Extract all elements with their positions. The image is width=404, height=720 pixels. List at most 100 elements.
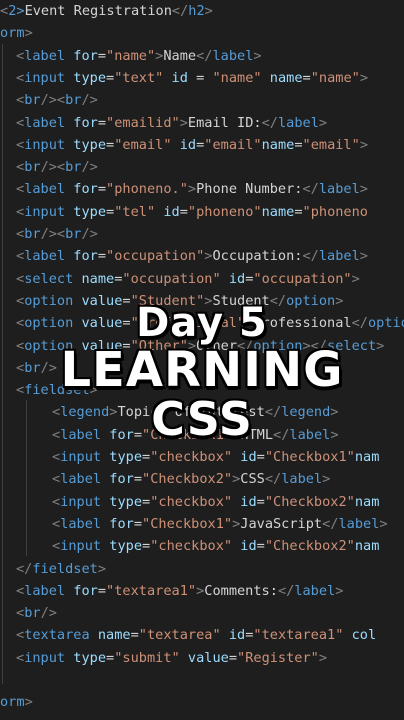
- code-token: =: [228, 649, 238, 666]
- code-token: for: [73, 47, 98, 64]
- code-line[interactable]: </fieldset>: [0, 558, 404, 580]
- code-line[interactable]: <br/><br/>: [0, 223, 404, 245]
- code-line[interactable]: <input type="checkbox" id="Checkbox2"nam: [0, 535, 404, 557]
- code-token: =: [97, 114, 107, 131]
- code-line[interactable]: <label for="emailid">Email ID:</label>: [0, 112, 404, 134]
- code-token: <: [52, 449, 61, 465]
- code-token: "Checkbox1": [142, 515, 233, 532]
- code-token: input: [60, 538, 102, 555]
- code-token: fieldset: [32, 560, 98, 577]
- code-token: br: [24, 159, 41, 176]
- code-token: =: [130, 627, 139, 644]
- code-token: label: [24, 114, 66, 131]
- code-token: orm: [0, 25, 25, 42]
- code-token: "phoneno: [302, 203, 368, 220]
- code-token: Email ID:: [187, 114, 262, 131]
- code-line[interactable]: <2>Event Registration</h2>: [0, 0, 404, 22]
- code-token: </: [171, 3, 189, 19]
- code-line[interactable]: <label for="textarea1">Comments:</label>: [0, 580, 404, 602]
- code-token: select: [24, 270, 74, 287]
- code-token: "textarea": [138, 627, 221, 644]
- code-line[interactable]: <label for="phoneno.">Phone Number:</lab…: [0, 178, 404, 200]
- code-token: <: [16, 627, 25, 644]
- code-token: id: [240, 449, 257, 465]
- code-token: <: [0, 3, 9, 19]
- code-line[interactable]: [0, 669, 404, 691]
- code-line[interactable]: <label for="Checkbox2">CSS</label>: [0, 468, 404, 490]
- code-token: Event Registration: [24, 3, 172, 19]
- code-token: >: [379, 515, 388, 532]
- code-line[interactable]: <br/><br/>: [0, 156, 404, 178]
- code-token: />: [40, 605, 57, 622]
- code-token: =: [97, 582, 107, 599]
- code-token: <: [16, 605, 25, 622]
- code-line[interactable]: <br/>: [0, 602, 404, 624]
- code-token: id: [228, 627, 246, 644]
- code-token: "occupation": [106, 248, 205, 265]
- code-token: "textarea1": [253, 627, 344, 644]
- code-token: label: [24, 582, 66, 599]
- code-line[interactable]: <input type="text" id = "name" name="nam…: [0, 67, 404, 89]
- code-token: "Checkbox2": [264, 538, 355, 555]
- code-token: id: [228, 270, 246, 287]
- code-token: >: [318, 649, 328, 666]
- code-token: label: [60, 515, 102, 532]
- code-token: "name": [212, 69, 262, 86]
- code-line[interactable]: <input type="email" id="email"name="emai…: [0, 134, 404, 156]
- code-token: <: [16, 159, 25, 176]
- code-token: "Checkbox1": [264, 449, 355, 465]
- code-token: =: [97, 248, 107, 265]
- code-line[interactable]: <input type="tel" id="phoneno"name="phon…: [0, 201, 404, 223]
- code-token: <: [16, 92, 25, 109]
- code-token: =: [142, 538, 151, 555]
- code-token: </: [302, 248, 319, 265]
- code-token: "text": [114, 69, 164, 86]
- code-token: =: [97, 47, 107, 64]
- code-token: orm: [0, 694, 25, 711]
- code-token: label: [277, 114, 319, 131]
- code-line[interactable]: <label for="name">Name</label>: [0, 45, 404, 67]
- code-line[interactable]: orm>: [0, 691, 404, 713]
- code-token: "phoneno": [187, 203, 262, 220]
- code-token: Phone Number:: [196, 181, 303, 198]
- code-token: "emailid": [106, 114, 180, 131]
- code-token: >: [359, 248, 368, 265]
- code-line[interactable]: <input type="submit" value="Register">: [0, 647, 404, 669]
- code-line[interactable]: <textarea name="textarea" id="textarea1"…: [0, 624, 404, 646]
- code-line[interactable]: <select name="occupation" id="occupation…: [0, 268, 404, 290]
- code-line[interactable]: <input type="checkbox" id="Checkbox2"nam: [0, 491, 404, 513]
- code-token: "occupation": [253, 270, 352, 287]
- code-token: "checkbox": [150, 493, 233, 510]
- code-token: "Checkbox2": [142, 471, 233, 488]
- code-token: br: [65, 92, 82, 109]
- code-token: label: [318, 181, 360, 198]
- code-token: type: [73, 203, 107, 220]
- code-line[interactable]: <br/><br/>: [0, 89, 404, 111]
- code-token: />: [81, 226, 98, 242]
- code-token: id: [240, 538, 257, 555]
- code-token: br: [65, 226, 82, 242]
- code-token: for: [73, 582, 98, 599]
- code-token: =: [179, 203, 188, 220]
- code-token: />: [81, 92, 98, 109]
- code-token: br: [65, 159, 82, 176]
- code-token: =: [97, 181, 107, 198]
- code-token: input: [60, 449, 102, 465]
- code-token: h2: [188, 3, 205, 19]
- code-line[interactable]: <input type="checkbox" id="Checkbox1"nam: [0, 446, 404, 468]
- code-token: for: [73, 114, 98, 131]
- code-token: nam: [354, 493, 380, 510]
- code-token: <: [16, 270, 25, 287]
- code-token: Comments:: [204, 582, 278, 599]
- code-line[interactable]: <label for="occupation">Occupation:</lab…: [0, 245, 404, 267]
- code-token: <: [16, 248, 25, 265]
- code-line[interactable]: <label for="Checkbox1">JavaScript</label…: [0, 513, 404, 535]
- code-token: "Checkbox2": [264, 493, 355, 510]
- code-token: type: [109, 538, 143, 555]
- code-token: >: [359, 69, 368, 86]
- code-token: br: [24, 92, 41, 109]
- code-line[interactable]: orm>: [0, 22, 404, 44]
